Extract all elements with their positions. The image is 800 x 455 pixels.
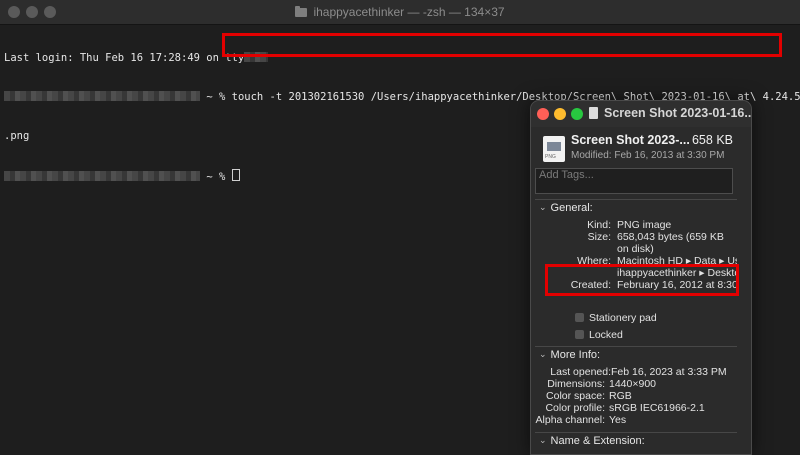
scrollbar[interactable] [737,127,751,454]
info-titlebar: Screen Shot 2023-01-16... [531,101,751,127]
created-highlight-box [545,264,739,296]
locked-checkbox[interactable]: Locked [575,329,623,341]
cursor-block [231,169,240,181]
chevron-down-icon: ⌄ [539,435,547,445]
close-button[interactable] [537,108,549,120]
chevron-down-icon: ⌄ [539,349,547,359]
redacted-hostname [4,171,200,181]
divider [535,346,739,347]
divider [535,199,739,200]
document-icon [589,107,598,119]
tags-input[interactable]: Add Tags... [535,168,733,194]
chevron-down-icon: ⌄ [539,202,547,212]
redacted-hostname [4,91,200,101]
checkbox-icon [575,330,584,339]
png-file-icon: PNG [543,136,565,162]
terminal-title: ihappyacethinker — -zsh — 134×37 [0,5,800,19]
file-size: 658 KB [691,133,733,147]
more-info-section-header[interactable]: ⌄ More Info: [539,349,600,361]
folder-icon [295,6,308,17]
checkbox-icon [575,313,584,322]
terminal-titlebar: ihappyacethinker — -zsh — 134×37 [0,0,800,25]
file-name: Screen Shot 2023-... [571,133,690,147]
divider [535,432,739,433]
modified-summary: Modified: Feb 16, 2013 at 3:30 PM [571,150,725,161]
zoom-button[interactable] [571,108,583,120]
command-highlight-box [222,33,782,57]
minimize-button[interactable] [554,108,566,120]
info-title: Screen Shot 2023-01-16... [589,106,751,120]
general-section-header[interactable]: ⌄ General: [539,202,593,214]
name-extension-section-header[interactable]: ⌄ Name & Extension: [539,435,645,447]
stationery-pad-checkbox[interactable]: Stationery pad [575,312,657,324]
